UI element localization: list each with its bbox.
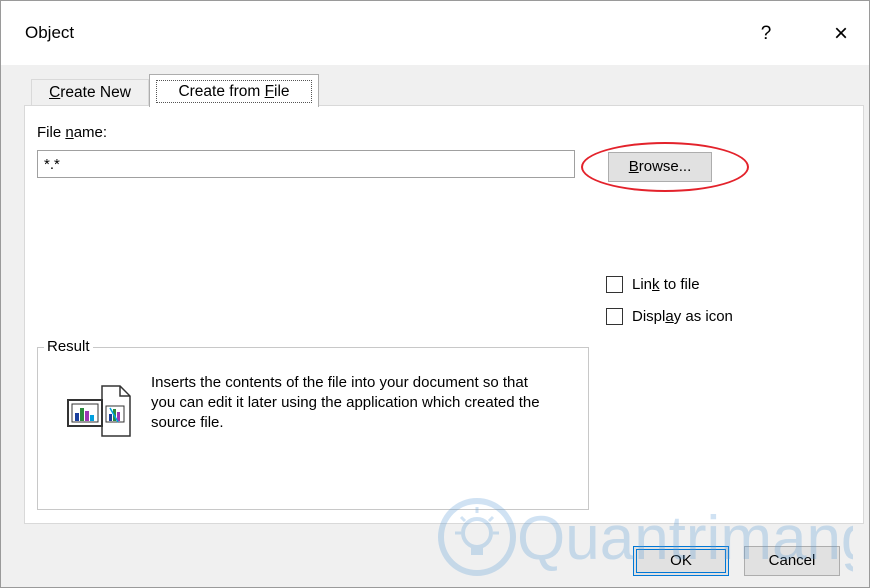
help-button[interactable]: ? bbox=[751, 15, 781, 53]
tab-create-new-label: Create New bbox=[49, 84, 131, 101]
title-bar: Object ? × bbox=[1, 1, 869, 65]
embedded-object-icon bbox=[67, 385, 131, 437]
tab-create-new[interactable]: Create New bbox=[31, 79, 149, 106]
link-to-file-label: Link to file bbox=[632, 276, 700, 293]
result-legend: Result bbox=[44, 338, 93, 355]
ok-button-focus-ring bbox=[636, 549, 726, 573]
tab-create-from-file[interactable]: Create from File bbox=[149, 74, 319, 107]
display-as-icon-checkbox[interactable] bbox=[606, 308, 623, 325]
cancel-button[interactable]: Cancel bbox=[744, 546, 840, 576]
file-name-input[interactable] bbox=[37, 150, 575, 178]
display-as-icon-label: Display as icon bbox=[632, 308, 733, 325]
ok-button[interactable]: OK bbox=[633, 546, 729, 576]
highlight-circle bbox=[581, 142, 749, 192]
link-to-file-option[interactable]: Link to file bbox=[606, 276, 700, 293]
dialog-title: Object bbox=[25, 23, 75, 42]
tab-create-from-file-label: Create from File bbox=[156, 80, 312, 103]
link-to-file-checkbox[interactable] bbox=[606, 276, 623, 293]
file-name-label: File name: bbox=[37, 124, 108, 141]
result-group: Result Inserts the contents of the file … bbox=[37, 338, 589, 510]
object-dialog: Object ? × Create New Create from File F… bbox=[0, 0, 870, 588]
result-description: Inserts the contents of the file into yo… bbox=[151, 374, 540, 431]
create-from-file-panel: File name: Browse... Link to file Displa… bbox=[24, 105, 864, 524]
close-button[interactable]: × bbox=[821, 15, 861, 53]
display-as-icon-option[interactable]: Display as icon bbox=[606, 308, 733, 325]
